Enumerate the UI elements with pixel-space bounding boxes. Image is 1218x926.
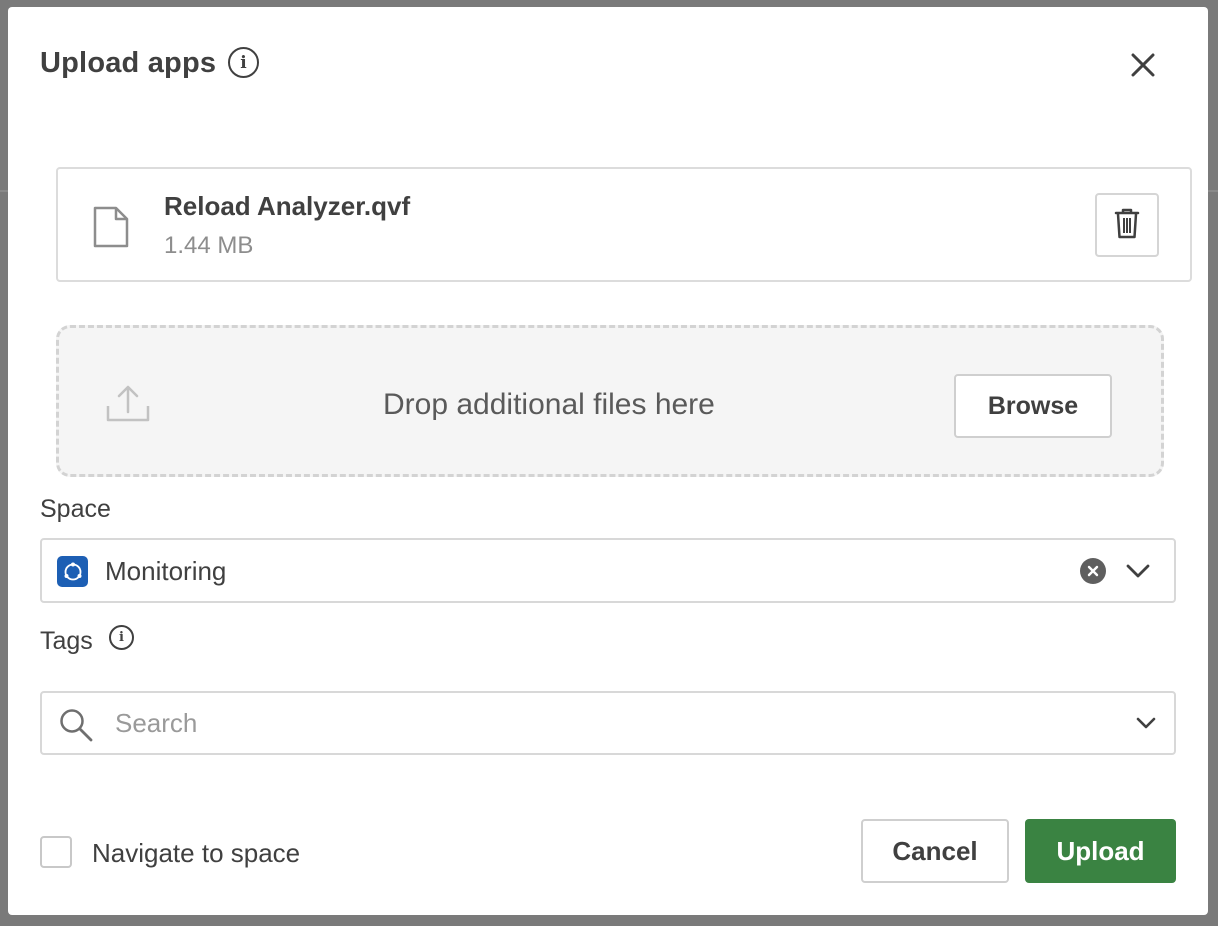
- background-divider: [0, 190, 8, 192]
- space-label: Space: [40, 495, 111, 523]
- tags-search-input[interactable]: [115, 703, 1015, 743]
- chevron-down-icon[interactable]: [1135, 714, 1157, 737]
- file-size: 1.44 MB: [164, 232, 254, 259]
- upload-apps-dialog: Upload apps i Reload Analyzer.qvf 1.44 M…: [8, 7, 1208, 915]
- dialog-title: Upload apps: [40, 47, 217, 79]
- delete-file-button[interactable]: [1095, 193, 1159, 257]
- clear-icon[interactable]: [1080, 558, 1106, 584]
- background-divider: [1208, 190, 1218, 192]
- upload-icon: [106, 384, 150, 429]
- navigate-to-space-checkbox[interactable]: [40, 836, 72, 868]
- info-icon[interactable]: i: [109, 625, 134, 650]
- space-value: Monitoring: [105, 556, 227, 586]
- tags-label: Tags: [40, 627, 93, 655]
- chevron-down-icon[interactable]: [1124, 560, 1152, 587]
- tags-search-field[interactable]: [40, 691, 1176, 755]
- space-select[interactable]: Monitoring: [40, 538, 1176, 603]
- dropzone-text: Drop additional files here: [383, 388, 715, 421]
- file-dropzone[interactable]: Drop additional files here Browse: [56, 325, 1164, 477]
- close-icon[interactable]: [1125, 47, 1161, 83]
- file-name: Reload Analyzer.qvf: [164, 191, 411, 221]
- search-icon: [58, 707, 94, 748]
- file-item: Reload Analyzer.qvf 1.44 MB: [56, 167, 1192, 282]
- upload-button[interactable]: Upload: [1025, 819, 1176, 883]
- cancel-button[interactable]: Cancel: [861, 819, 1009, 883]
- space-icon: [57, 556, 88, 587]
- document-icon: [92, 205, 130, 254]
- navigate-to-space-label: Navigate to space: [92, 838, 301, 868]
- info-icon[interactable]: i: [228, 47, 259, 78]
- trash-icon: [1114, 207, 1140, 244]
- browse-button[interactable]: Browse: [954, 374, 1112, 438]
